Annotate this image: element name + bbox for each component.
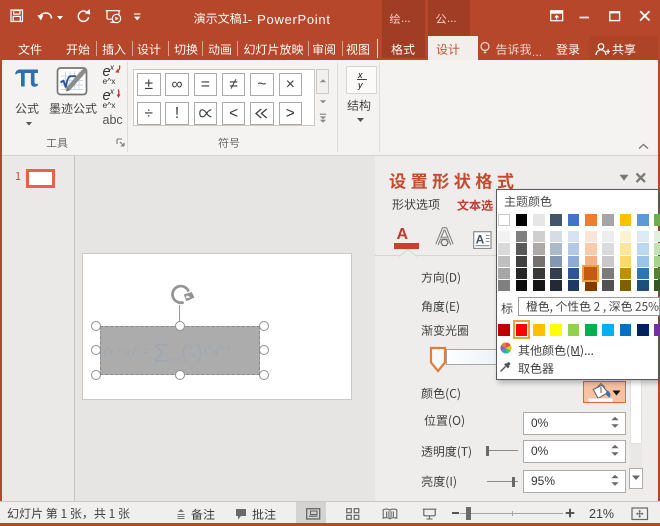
svg-text:A: A: [476, 232, 485, 246]
svg-text:y: y: [357, 80, 363, 90]
svg-text:x: x: [109, 87, 115, 96]
svg-text:e^x: e^x: [103, 100, 117, 109]
svg-text:x: x: [109, 63, 115, 72]
svg-text:x: x: [357, 70, 363, 80]
svg-text:e^x: e^x: [103, 76, 117, 85]
